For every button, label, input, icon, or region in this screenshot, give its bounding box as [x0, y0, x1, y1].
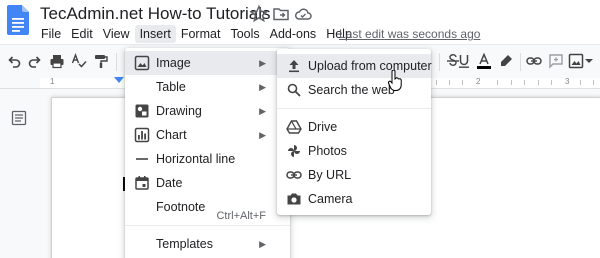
ruler-tick [551, 80, 552, 85]
ruler-tick [462, 80, 463, 85]
insert-menu-image[interactable]: Image ▶ [125, 51, 290, 75]
ruler-tick [436, 80, 437, 85]
date-icon [135, 176, 149, 190]
insert-menu-chart[interactable]: Chart ▶ [125, 123, 290, 147]
drawing-icon [135, 104, 149, 118]
insert-image-icon[interactable] [568, 53, 584, 69]
redo-icon[interactable] [27, 53, 43, 69]
highlight-color-icon[interactable] [498, 53, 514, 69]
move-to-folder-icon[interactable] [271, 4, 291, 24]
underline-icon[interactable] [456, 53, 472, 69]
menu-tools[interactable]: Tools [225, 25, 264, 43]
menu-item-label: Photos [308, 144, 347, 158]
ruler-tick [580, 80, 581, 85]
menu-item-label: Drawing [156, 104, 202, 118]
insert-link-icon[interactable] [526, 53, 542, 69]
image-submenu-camera[interactable]: Camera [277, 187, 431, 211]
app-header: TecAdmin.net How-to Tutorials File Edit Vi… [0, 0, 600, 44]
toolbar-separator [439, 53, 440, 71]
menu-item-shortcut: Ctrl+Alt+F [216, 210, 266, 222]
docs-logo-icon[interactable] [7, 5, 29, 35]
insert-menu-drawing[interactable]: Drawing ▶ [125, 99, 290, 123]
ruler-number: 3 [565, 77, 570, 86]
submenu-arrow-icon: ▶ [259, 58, 266, 68]
document-title[interactable]: TecAdmin.net How-to Tutorials [40, 4, 271, 24]
submenu-arrow-icon: ▶ [259, 239, 266, 249]
menu-view[interactable]: View [98, 25, 135, 43]
ruler-tick [593, 80, 594, 85]
submenu-arrow-icon: ▶ [259, 130, 266, 140]
menu-item-label: Search the web [308, 83, 395, 97]
menu-separator [277, 108, 431, 109]
photos-icon [288, 145, 300, 157]
link-icon [286, 171, 302, 179]
ruler-number: 2 [476, 77, 481, 86]
image-submenu-drive[interactable]: Drive [277, 115, 431, 139]
ruler-tick [511, 80, 512, 85]
horizontal-line-icon [136, 158, 148, 160]
insert-menu-table[interactable]: Table ▶ [125, 75, 290, 99]
ruler-tick [497, 80, 498, 85]
indent-marker[interactable] [114, 77, 124, 83]
menu-item-label: Footnote [156, 200, 206, 214]
hand-pointer-icon [387, 70, 402, 91]
insert-menu-footnote[interactable]: Footnote Ctrl+Alt+F [125, 195, 290, 222]
menu-file[interactable]: File [36, 25, 66, 43]
image-submenu-photos[interactable]: Photos [277, 139, 431, 163]
menu-item-label: Drive [308, 120, 338, 134]
menu-item-label: Table [156, 80, 186, 94]
image-submenu-search-web[interactable]: Search the web [277, 78, 431, 102]
drive-icon [286, 120, 302, 134]
ruler-tick [524, 80, 525, 85]
menu-item-label: Chart [156, 128, 187, 142]
cloud-saved-icon[interactable] [293, 4, 313, 24]
menu-item-label: Upload from computer [308, 59, 432, 73]
submenu-arrow-icon: ▶ [259, 106, 266, 116]
insert-menu-templates[interactable]: Templates ▶ [125, 232, 290, 256]
camera-icon [287, 193, 301, 205]
insert-menu: Image ▶ Table ▶ Drawing ▶ Chart ▶ Horizo… [125, 48, 290, 258]
spellcheck-icon[interactable] [71, 53, 87, 69]
image-icon [134, 55, 150, 71]
chart-icon [134, 127, 150, 143]
menu-insert[interactable]: Insert [134, 25, 176, 43]
insert-menu-horizontal-line[interactable]: Horizontal line [125, 147, 290, 171]
toolbar-separator [520, 53, 521, 71]
text-color-icon[interactable] [476, 53, 492, 69]
submenu-arrow-icon: ▶ [259, 82, 266, 92]
last-edit-link[interactable]: Last edit was seconds ago [339, 27, 480, 41]
ruler-tick [538, 80, 539, 85]
menu-item-label: Camera [308, 192, 353, 206]
print-icon[interactable] [49, 53, 65, 69]
ruler-number: 1 [50, 77, 55, 86]
image-submenu-upload[interactable]: Upload from computer [277, 54, 432, 78]
menu-item-label: Templates [156, 237, 213, 251]
menu-bar: File Edit View Insert Format Tools Add-ons Help [36, 25, 357, 43]
star-icon[interactable] [249, 4, 269, 24]
insert-menu-date[interactable]: Date [125, 171, 290, 195]
menu-format[interactable]: Format [176, 25, 226, 43]
search-icon [287, 83, 301, 97]
image-submenu-by-url[interactable]: By URL [277, 163, 431, 187]
toolbar-separator [116, 53, 117, 71]
menu-item-label: Horizontal line [156, 152, 236, 166]
menu-item-label: Date [156, 176, 183, 190]
menu-add-ons[interactable]: Add-ons [265, 25, 322, 43]
paint-format-icon[interactable] [93, 53, 109, 69]
menu-item-label: By URL [308, 168, 352, 182]
undo-icon[interactable] [6, 53, 22, 69]
menu-edit[interactable]: Edit [66, 25, 98, 43]
menu-item-label: Image [156, 56, 191, 70]
upload-icon [289, 60, 299, 73]
add-comment-icon[interactable] [548, 53, 564, 69]
image-submenu: Upload from computer Search the web Driv… [277, 49, 432, 215]
document-outline-icon[interactable] [11, 110, 27, 126]
chevron-down-icon[interactable] [584, 53, 594, 69]
ruler-tick [449, 80, 450, 85]
